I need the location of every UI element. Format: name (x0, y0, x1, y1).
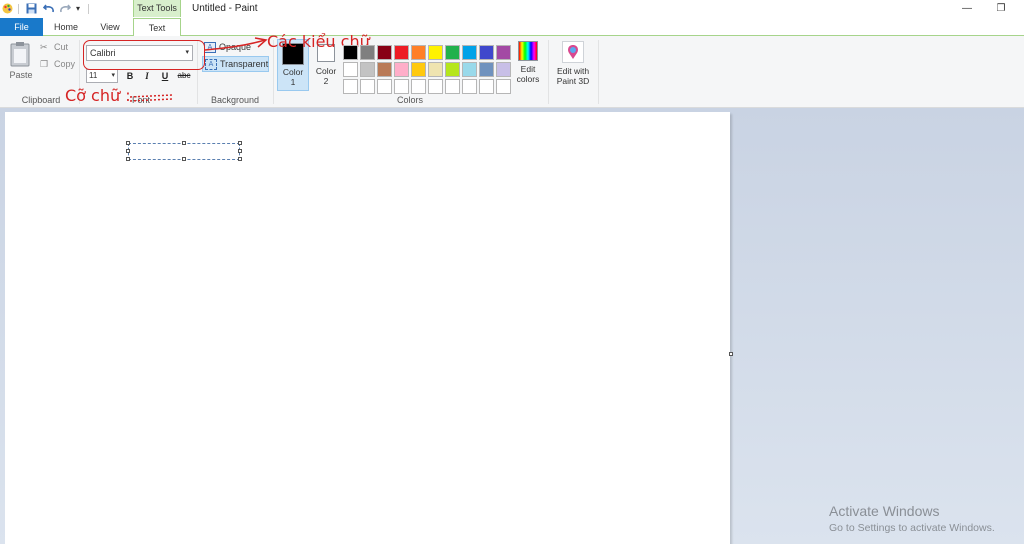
quick-access-divider-2 (88, 4, 89, 14)
activation-watermark-title: Activate Windows (829, 503, 940, 519)
restore-button[interactable]: ❐ (986, 0, 1016, 18)
quick-access-divider (18, 4, 19, 14)
palette-swatch[interactable] (411, 62, 426, 77)
palette-swatch[interactable] (394, 79, 409, 94)
palette-swatch[interactable] (428, 62, 443, 77)
annotation-dotted-mark (129, 94, 173, 102)
group-divider (598, 40, 599, 104)
canvas-resize-handle[interactable] (729, 352, 733, 356)
paste-label: Paste (9, 70, 33, 80)
transparent-button[interactable]: A Transparent (202, 56, 269, 72)
palette-swatch[interactable] (445, 79, 460, 94)
transparent-icon: A (205, 59, 217, 70)
palette-swatch[interactable] (496, 45, 511, 60)
undo-icon[interactable] (42, 3, 54, 14)
paste-button[interactable]: Paste (9, 41, 33, 80)
group-divider (548, 40, 549, 104)
palette-swatch[interactable] (479, 62, 494, 77)
tab-file[interactable]: File (0, 18, 43, 36)
window-title: Untitled - Paint (192, 3, 258, 14)
bold-button[interactable]: B (123, 69, 137, 83)
palette-swatch[interactable] (394, 45, 409, 60)
palette-swatch[interactable] (462, 62, 477, 77)
palette-swatch[interactable] (377, 45, 392, 60)
scissors-icon: ✂ (40, 42, 48, 52)
color1-label: Color 1 (282, 67, 304, 87)
paste-icon (10, 42, 30, 67)
palette-swatch[interactable] (377, 62, 392, 77)
resize-handle[interactable] (126, 149, 130, 153)
paint3d-icon (562, 41, 584, 63)
palette-swatch[interactable] (343, 79, 358, 94)
annotation-arrow-icon (204, 37, 268, 51)
save-icon[interactable] (26, 3, 37, 14)
drawing-canvas[interactable] (5, 112, 730, 544)
palette-swatch[interactable] (462, 45, 477, 60)
font-size-select[interactable]: 11 ▾ (86, 69, 118, 83)
cut-label: Cut (54, 42, 69, 52)
palette-swatch[interactable] (496, 62, 511, 77)
palette-swatch[interactable] (496, 79, 511, 94)
palette-swatch[interactable] (445, 45, 460, 60)
palette-swatch[interactable] (411, 79, 426, 94)
palette-swatch[interactable] (394, 62, 409, 77)
annotation-font-size: Cỡ chữ : (65, 86, 131, 105)
title-bar: ▾ Text Tools Untitled - Paint — ❐ (0, 0, 1024, 18)
tab-view[interactable]: View (90, 18, 130, 36)
minimize-button[interactable]: — (952, 0, 982, 18)
resize-handle[interactable] (238, 141, 242, 145)
edit-with-paint3d-button[interactable]: Edit with Paint 3D (552, 41, 594, 91)
palette-swatch[interactable] (479, 45, 494, 60)
redo-icon[interactable] (59, 3, 72, 14)
edit-colors-button[interactable]: Edit colors (514, 41, 542, 91)
palette-swatch[interactable] (411, 45, 426, 60)
copy-icon: ❐ (40, 59, 49, 69)
palette-swatch[interactable] (462, 79, 477, 94)
clipboard-group-label: Clipboard (21, 95, 61, 105)
palette-swatch[interactable] (360, 45, 375, 60)
transparent-label: Transparent (220, 59, 269, 69)
colors-group-label: Colors (396, 95, 423, 105)
resize-handle[interactable] (126, 157, 130, 161)
italic-button[interactable]: I (140, 69, 154, 83)
palette-swatch[interactable] (360, 79, 375, 94)
font-size-value: 11 (89, 71, 98, 80)
strikethrough-button[interactable]: abc (175, 69, 193, 83)
palette-swatch[interactable] (343, 45, 358, 60)
text-tools-context-label: Text Tools (133, 0, 181, 17)
color2-label: Color 2 (315, 66, 337, 86)
copy-button[interactable]: ❐ Copy (40, 59, 75, 71)
background-group-label: Background (210, 95, 260, 105)
annotation-font-family-highlight (83, 40, 205, 70)
resize-handle[interactable] (126, 141, 130, 145)
palette-swatch[interactable] (479, 79, 494, 94)
resize-handle[interactable] (182, 141, 186, 145)
paint-app-icon[interactable] (2, 3, 13, 14)
customize-quick-access-icon[interactable]: ▾ (76, 3, 87, 14)
palette-swatch[interactable] (428, 79, 443, 94)
resize-handle[interactable] (182, 157, 186, 161)
resize-handle[interactable] (238, 149, 242, 153)
palette-swatch[interactable] (360, 62, 375, 77)
cut-button[interactable]: ✂ Cut (40, 42, 68, 54)
tab-home[interactable]: Home (46, 18, 86, 36)
activation-watermark-subtitle: Go to Settings to activate Windows. (829, 522, 995, 534)
palette-swatch[interactable] (343, 62, 358, 77)
underline-button[interactable]: U (158, 69, 172, 83)
resize-handle[interactable] (238, 157, 242, 161)
palette-swatch[interactable] (428, 45, 443, 60)
edit-colors-label: Edit colors (516, 64, 540, 84)
chevron-down-icon: ▾ (111, 72, 115, 79)
color-spectrum-icon (518, 41, 538, 61)
copy-label: Copy (54, 59, 76, 69)
palette-swatch[interactable] (377, 79, 392, 94)
palette-swatch[interactable] (445, 62, 460, 77)
paint3d-label: Edit with Paint 3D (556, 66, 590, 86)
ribbon-tab-bar: File Home View Text (0, 18, 1024, 37)
tab-text[interactable]: Text (133, 18, 181, 37)
